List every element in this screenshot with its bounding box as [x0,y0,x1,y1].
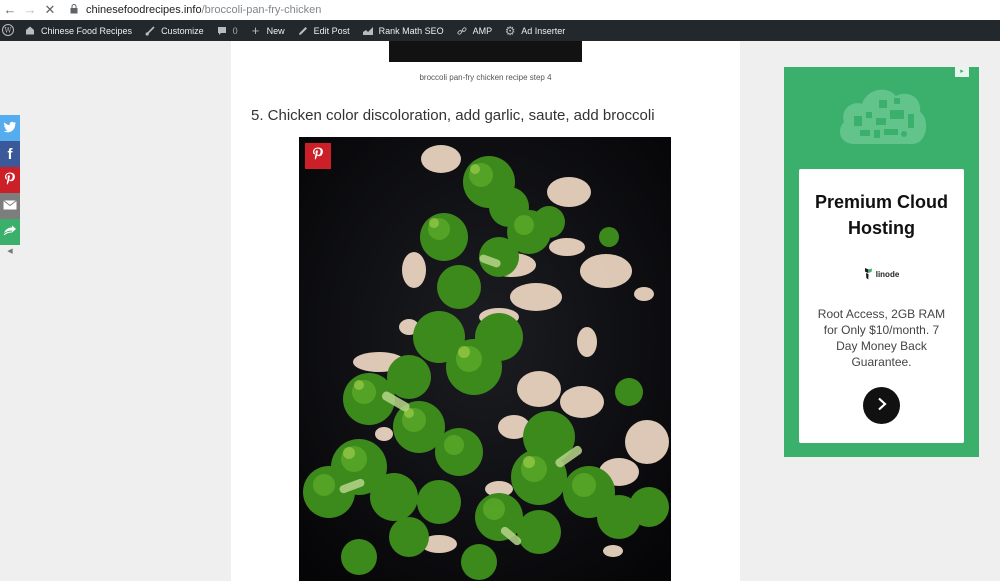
back-button[interactable]: ← [0,0,20,20]
adminbar-edit-post[interactable]: Edit Post [297,25,350,37]
adminbar-label: Edit Post [313,25,350,36]
social-share-bar: f ◀ [0,115,20,257]
browser-toolbar: ← → ✕ chinesefoodrecipes.info/broccoli-p… [0,0,1000,20]
pinterest-save-button[interactable] [305,143,331,169]
ad-headline: Premium Cloud Hosting [814,192,948,238]
adminbar-customize[interactable]: Customize [144,25,204,37]
wp-admin-bar: W Chinese Food Recipes Customize 0 + New… [0,20,1000,41]
adminbar-label: Chinese Food Recipes [41,25,133,36]
url-host: chinesefoodrecipes.info [86,4,202,16]
wordpress-logo-button[interactable]: W [2,23,14,38]
arrow-left-icon: ← [3,2,17,17]
ad-card: Premium Cloud Hosting linode Root Access… [799,169,964,443]
adminbar-label: AMP [472,25,493,36]
ad-cta-button[interactable] [863,387,900,424]
adminbar-new[interactable]: + New [250,23,285,38]
adminbar-amp[interactable]: AMP [456,25,493,37]
pinterest-icon [312,147,324,165]
triangle-left-icon: ◀ [7,248,13,255]
adminbar-comments[interactable]: 0 [216,25,238,37]
envelope-icon [3,199,17,213]
advertisement[interactable]: ▸ Premium Cloud Hosting linode Root Acce… [784,67,979,457]
adminbar-label: 0 [232,25,238,36]
broccoli-chicken-image [299,137,671,581]
forward-button[interactable]: → [20,0,40,20]
svg-text:W: W [4,26,12,34]
facebook-share-button[interactable]: f [0,141,20,167]
adchoices-icon[interactable]: ▸ [955,67,969,77]
arrow-right-icon: → [23,2,37,17]
ad-body-text: Root Access, 2GB RAM for Only $10/month.… [817,307,946,369]
plus-icon: + [251,23,260,38]
adminbar-label: Customize [161,25,204,36]
url-path: /broccoli-pan-fry-chicken [201,4,322,16]
pinterest-share-button[interactable] [0,167,20,193]
wordpress-icon: W [2,23,14,38]
stop-button[interactable]: ✕ [40,0,60,20]
pinterest-icon [4,172,16,189]
email-share-button[interactable] [0,193,20,219]
rank-math-icon [362,25,374,37]
adminbar-label: Rank Math SEO [378,25,444,36]
twitter-share-button[interactable] [0,115,20,141]
comment-icon [216,25,228,37]
step-5-photo [299,137,671,581]
adminbar-rank-math[interactable]: Rank Math SEO [362,25,444,37]
close-icon: ✕ [44,2,56,17]
cloud-icon [834,82,929,152]
home-icon [24,25,36,37]
chevron-right-icon [876,394,888,417]
share-collapse-button[interactable]: ◀ [0,245,20,257]
pencil-icon [297,25,309,37]
adminbar-label: Ad Inserter [521,25,566,36]
adminbar-label: New [266,25,285,36]
gear-icon: ⚙ [504,23,516,38]
brush-icon [144,25,156,37]
lock-icon [70,3,80,17]
adminbar-ad-inserter[interactable]: ⚙ Ad Inserter [504,23,566,38]
more-share-button[interactable] [0,219,20,245]
facebook-icon: f [7,145,13,163]
share-icon [3,225,17,240]
address-bar[interactable]: chinesefoodrecipes.info/broccoli-pan-fry… [86,4,321,16]
adminbar-site-name[interactable]: Chinese Food Recipes [24,25,132,37]
article-content: broccoli pan-fry chicken recipe step 4 5… [231,41,740,581]
linode-logo-icon [864,267,873,281]
image-caption: broccoli pan-fry chicken recipe step 4 [419,73,552,82]
twitter-icon [3,121,17,136]
step-4-image [389,41,582,62]
step-heading: 5. Chicken color discoloration, add garl… [251,107,655,124]
link-icon [456,25,468,37]
ad-brand-name: linode [875,269,900,279]
ad-brand: linode [799,267,964,281]
